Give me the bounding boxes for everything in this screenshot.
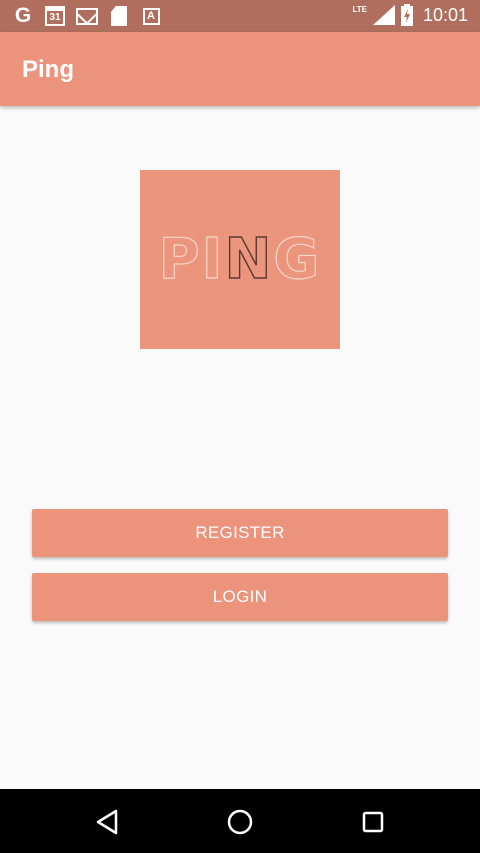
notification-icons: G 31 A [12, 5, 162, 27]
ping-logo: P I N G [140, 170, 340, 349]
home-icon[interactable] [223, 805, 257, 839]
signal-icon [372, 5, 395, 25]
back-icon[interactable] [90, 805, 124, 839]
system-status: LTE 10:01 [352, 4, 468, 26]
calendar-day: 31 [45, 6, 65, 26]
logo-letter-g: G [273, 226, 322, 292]
logo-letter-p: P [158, 226, 202, 292]
clock: 10:01 [422, 4, 468, 25]
register-button[interactable]: REGISTER [32, 509, 448, 557]
logo-wordmark: P I N G [158, 226, 322, 292]
gmail-icon [76, 5, 98, 27]
navigation-bar [0, 789, 480, 853]
logo-letter-i: I [201, 226, 225, 292]
status-bar: G 31 A LTE 10:01 [0, 0, 480, 32]
google-icon: G [14, 4, 32, 27]
sd-card-icon [108, 5, 130, 27]
app-bar: Ping [0, 32, 480, 106]
logo-letter-n: N [224, 226, 274, 292]
calendar-icon: 31 [44, 5, 66, 27]
battery-charging-icon [400, 4, 413, 26]
app-title: Ping [22, 56, 74, 83]
network-type: LTE [352, 4, 367, 14]
recents-icon[interactable] [356, 805, 390, 839]
login-button[interactable]: LOGIN [32, 573, 448, 621]
font-a-icon: A [140, 5, 162, 27]
